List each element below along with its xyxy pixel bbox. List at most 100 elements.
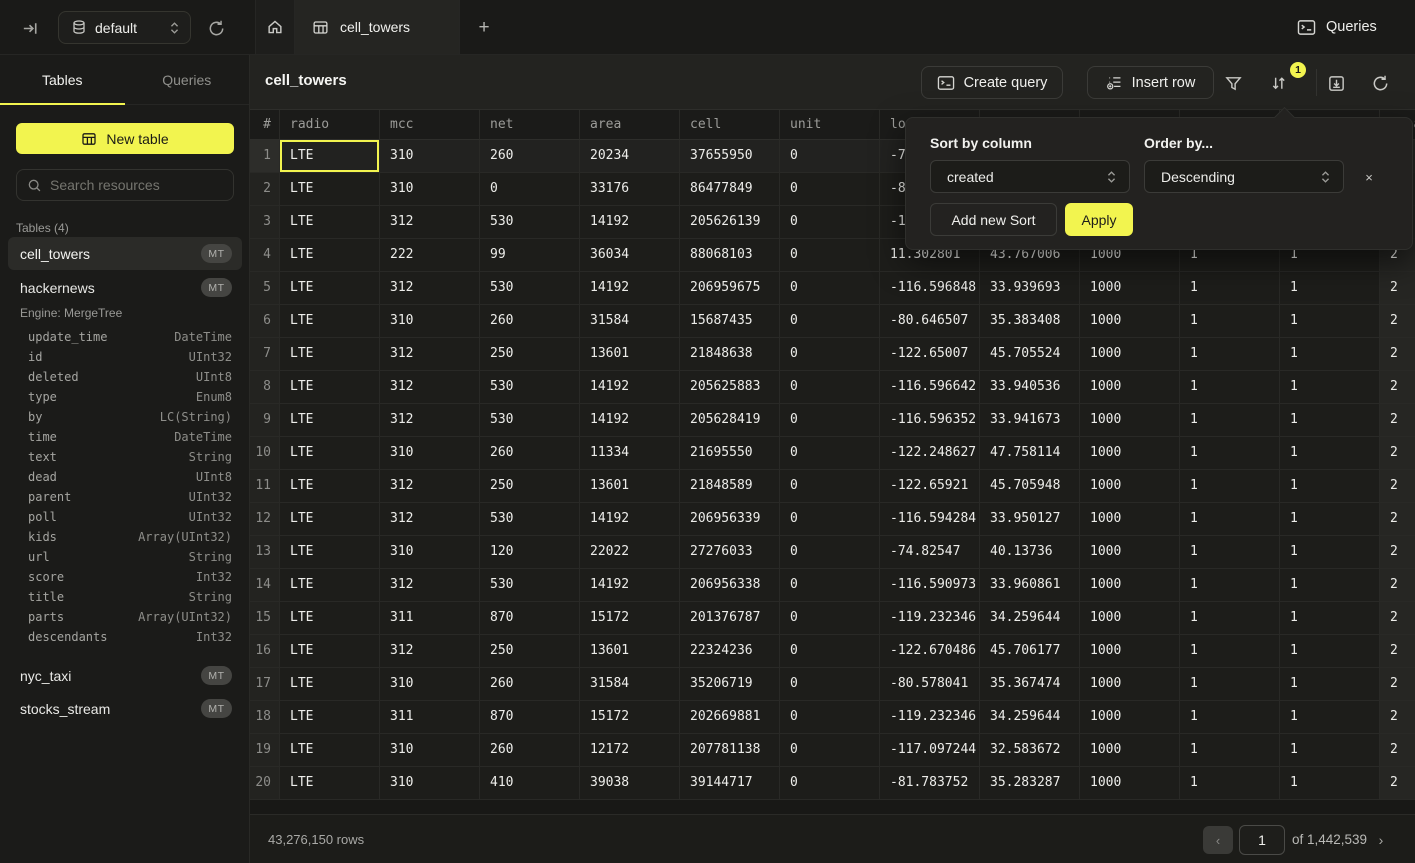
- cell-mcc[interactable]: 311: [380, 602, 480, 635]
- cell-lat[interactable]: 34.259644: [980, 602, 1080, 635]
- cell-samples[interactable]: 1: [1180, 767, 1280, 800]
- cell-net[interactable]: 530: [480, 272, 580, 305]
- create-query-button[interactable]: Create query: [921, 66, 1063, 99]
- cell-changeable[interactable]: 1: [1280, 338, 1380, 371]
- cell-radio[interactable]: LTE: [280, 404, 380, 437]
- cell-range[interactable]: 1000: [1080, 602, 1180, 635]
- cell-range[interactable]: 1000: [1080, 701, 1180, 734]
- cell-lon[interactable]: -116.596642: [880, 371, 980, 404]
- cell-radio[interactable]: LTE: [280, 536, 380, 569]
- cell-radio[interactable]: LTE: [280, 173, 380, 206]
- cell-radio[interactable]: LTE: [280, 503, 380, 536]
- cell-lon[interactable]: -122.248627: [880, 437, 980, 470]
- cell-cell[interactable]: 86477849: [680, 173, 780, 206]
- sort-button[interactable]: [1266, 71, 1290, 95]
- cell-unit[interactable]: 0: [780, 602, 880, 635]
- cell-radio-selected[interactable]: LTE: [280, 140, 380, 173]
- cell-changeable[interactable]: 1: [1280, 668, 1380, 701]
- cell-cell[interactable]: 201376787: [680, 602, 780, 635]
- sidebar-item-stocks-stream[interactable]: stocks_stream MT: [8, 692, 242, 725]
- cell-created[interactable]: 2: [1380, 536, 1415, 569]
- cell-lon[interactable]: -122.670486: [880, 635, 980, 668]
- cell-range[interactable]: 1000: [1080, 404, 1180, 437]
- cell-range[interactable]: 1000: [1080, 767, 1180, 800]
- cell-lon[interactable]: -80.578041: [880, 668, 980, 701]
- cell-range[interactable]: 1000: [1080, 734, 1180, 767]
- cell-unit[interactable]: 0: [780, 635, 880, 668]
- cell-area[interactable]: 12172: [580, 734, 680, 767]
- cell-cell[interactable]: 207781138: [680, 734, 780, 767]
- cell-area[interactable]: 14192: [580, 404, 680, 437]
- cell-changeable[interactable]: 1: [1280, 635, 1380, 668]
- cell-created[interactable]: 2: [1380, 668, 1415, 701]
- cell-lat[interactable]: 45.705524: [980, 338, 1080, 371]
- cell-created[interactable]: 2: [1380, 305, 1415, 338]
- cell-area[interactable]: 14192: [580, 503, 680, 536]
- sort-column-select[interactable]: created: [930, 160, 1130, 193]
- cell-samples[interactable]: 1: [1180, 569, 1280, 602]
- cell-mcc[interactable]: 310: [380, 536, 480, 569]
- cell-lon[interactable]: -116.596352: [880, 404, 980, 437]
- cell-changeable[interactable]: 1: [1280, 602, 1380, 635]
- cell-lat[interactable]: 45.705948: [980, 470, 1080, 503]
- cell-area[interactable]: 13601: [580, 635, 680, 668]
- add-tab-button[interactable]: +: [471, 15, 497, 41]
- cell-radio[interactable]: LTE: [280, 734, 380, 767]
- filter-button[interactable]: [1221, 71, 1245, 95]
- cell-changeable[interactable]: 1: [1280, 272, 1380, 305]
- cell-net[interactable]: 410: [480, 767, 580, 800]
- cell-mcc[interactable]: 310: [380, 140, 480, 173]
- cell-cell[interactable]: 206956339: [680, 503, 780, 536]
- cell-mcc[interactable]: 310: [380, 437, 480, 470]
- cell-unit[interactable]: 0: [780, 239, 880, 272]
- cell-cell[interactable]: 22324236: [680, 635, 780, 668]
- cell-lon[interactable]: -117.097244: [880, 734, 980, 767]
- cell-net[interactable]: 250: [480, 470, 580, 503]
- cell-unit[interactable]: 0: [780, 767, 880, 800]
- cell-mcc[interactable]: 312: [380, 404, 480, 437]
- cell-lon[interactable]: -119.232346: [880, 602, 980, 635]
- cell-lat[interactable]: 33.960861: [980, 569, 1080, 602]
- refresh-connection-button[interactable]: [203, 15, 229, 41]
- cell-area[interactable]: 36034: [580, 239, 680, 272]
- cell-area[interactable]: 14192: [580, 371, 680, 404]
- cell-changeable[interactable]: 1: [1280, 701, 1380, 734]
- cell-unit[interactable]: 0: [780, 272, 880, 305]
- cell-samples[interactable]: 1: [1180, 701, 1280, 734]
- cell-changeable[interactable]: 1: [1280, 437, 1380, 470]
- cell-range[interactable]: 1000: [1080, 503, 1180, 536]
- cell-lat[interactable]: 47.758114: [980, 437, 1080, 470]
- cell-samples[interactable]: 1: [1180, 503, 1280, 536]
- tab-cell-towers[interactable]: cell_towers: [295, 0, 460, 54]
- cell-lat[interactable]: 32.583672: [980, 734, 1080, 767]
- cell-samples[interactable]: 1: [1180, 536, 1280, 569]
- cell-unit[interactable]: 0: [780, 371, 880, 404]
- refresh-table-button[interactable]: [1368, 71, 1392, 95]
- cell-range[interactable]: 1000: [1080, 668, 1180, 701]
- cell-mcc[interactable]: 312: [380, 272, 480, 305]
- cell-unit[interactable]: 0: [780, 470, 880, 503]
- cell-net[interactable]: 0: [480, 173, 580, 206]
- cell-changeable[interactable]: 1: [1280, 371, 1380, 404]
- sidebar-item-nyc-taxi[interactable]: nyc_taxi MT: [8, 659, 242, 692]
- cell-lon[interactable]: -81.783752: [880, 767, 980, 800]
- cell-radio[interactable]: LTE: [280, 668, 380, 701]
- cell-lat[interactable]: 35.283287: [980, 767, 1080, 800]
- previous-page-button[interactable]: ‹: [1203, 826, 1233, 854]
- cell-created[interactable]: 2: [1380, 470, 1415, 503]
- cell-range[interactable]: 1000: [1080, 536, 1180, 569]
- cell-samples[interactable]: 1: [1180, 470, 1280, 503]
- cell-net[interactable]: 250: [480, 635, 580, 668]
- cell-unit[interactable]: 0: [780, 140, 880, 173]
- add-new-sort-button[interactable]: Add new Sort: [930, 203, 1057, 236]
- column-header-cell[interactable]: cell: [680, 110, 780, 140]
- cell-unit[interactable]: 0: [780, 536, 880, 569]
- apply-sort-button[interactable]: Apply: [1065, 203, 1133, 236]
- sidebar-collapse-button[interactable]: [16, 14, 44, 42]
- cell-radio[interactable]: LTE: [280, 338, 380, 371]
- cell-lat[interactable]: 33.950127: [980, 503, 1080, 536]
- cell-samples[interactable]: 1: [1180, 602, 1280, 635]
- queries-panel-button[interactable]: Queries: [1297, 13, 1377, 41]
- cell-mcc[interactable]: 310: [380, 668, 480, 701]
- cell-range[interactable]: 1000: [1080, 470, 1180, 503]
